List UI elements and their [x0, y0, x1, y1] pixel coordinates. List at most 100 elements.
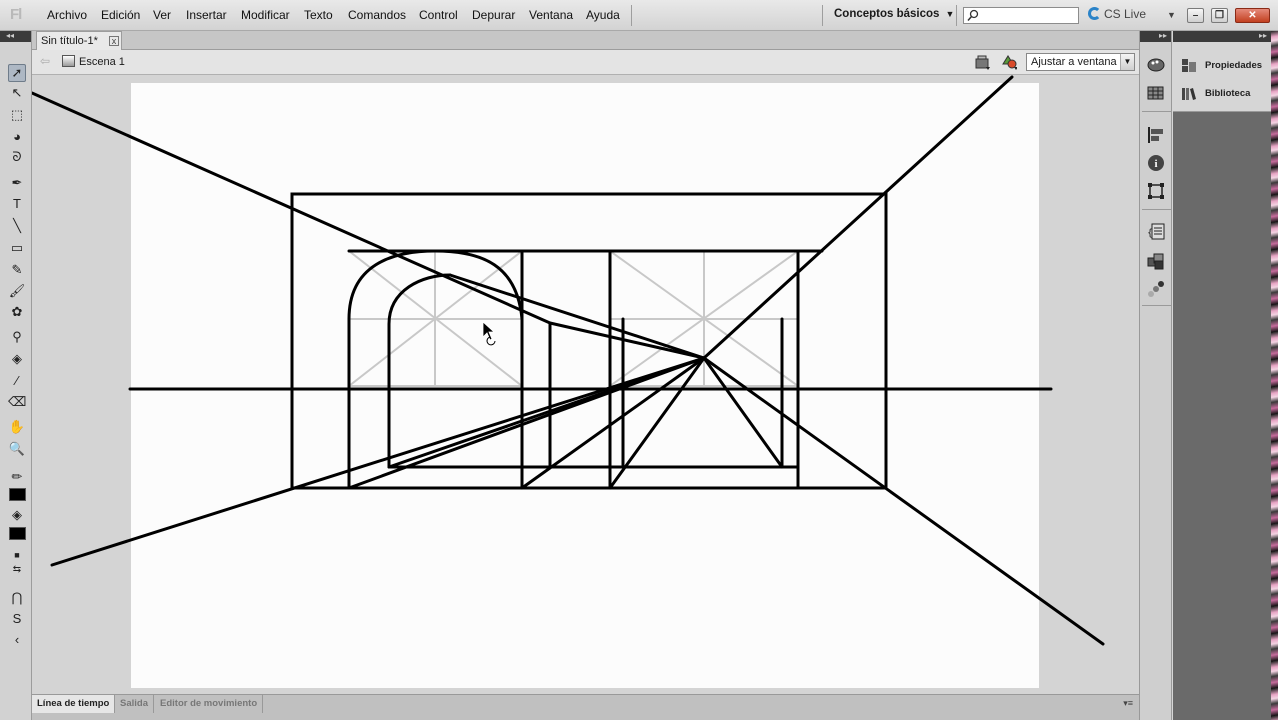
- document-tab[interactable]: Sin título-1* x: [36, 31, 122, 50]
- edit-symbols-icon[interactable]: [1001, 54, 1017, 70]
- svg-text:{: {: [1147, 228, 1153, 239]
- panel-menu-icon[interactable]: ▾≡: [1123, 698, 1133, 709]
- hand-tool-icon[interactable]: ✋: [8, 418, 26, 436]
- transform-icon[interactable]: [1147, 182, 1165, 200]
- panel-icon-dock: ▸▸ i {: [1139, 31, 1172, 720]
- close-window-button[interactable]: ✕: [1235, 8, 1270, 23]
- panel-list: Propiedades Biblioteca: [1173, 42, 1271, 112]
- menu-edicion[interactable]: Edición: [101, 8, 140, 22]
- menu-ver[interactable]: Ver: [153, 8, 171, 22]
- swap-colors-icon[interactable]: ⇆: [8, 561, 26, 579]
- stroke-color-icon[interactable]: ✏: [8, 468, 26, 486]
- vanishing-line: [702, 75, 1014, 360]
- text-tool-icon[interactable]: T: [8, 195, 26, 213]
- menu-ventana[interactable]: Ventana: [529, 8, 573, 22]
- eraser-tool-icon[interactable]: ⌫: [8, 393, 26, 411]
- straighten-icon[interactable]: ‹: [8, 631, 26, 649]
- menu-bar: Fl Archivo Edición Ver Insertar Modifica…: [0, 0, 1278, 31]
- 3d-rotation-tool-icon[interactable]: ◕: [8, 128, 26, 146]
- search-input[interactable]: [963, 7, 1079, 24]
- code-snippets-icon[interactable]: {: [1147, 223, 1165, 241]
- fill-color-swatch[interactable]: [9, 527, 26, 540]
- perspective-drawing[interactable]: [32, 75, 1139, 694]
- construction-guides: [348, 250, 799, 387]
- stroke-color-swatch[interactable]: [9, 488, 26, 501]
- workspace-switcher[interactable]: Conceptos básicos ▼: [834, 8, 954, 20]
- zoom-select-value: Ajustar a ventana: [1031, 56, 1117, 68]
- edit-scene-icon[interactable]: [975, 54, 991, 70]
- svg-text:i: i: [1154, 158, 1157, 170]
- rectangle-tool-icon[interactable]: ▭: [8, 239, 26, 257]
- menu-insertar[interactable]: Insertar: [186, 8, 227, 22]
- separator: [1142, 305, 1171, 306]
- dock-collapse-button[interactable]: ▸▸: [1140, 31, 1171, 42]
- line-tool-icon[interactable]: ╲: [8, 217, 26, 235]
- zoom-tool-icon[interactable]: 🔍: [8, 440, 26, 458]
- color-palette-icon[interactable]: [1147, 56, 1165, 74]
- tab-linea-de-tiempo[interactable]: Línea de tiempo: [32, 695, 116, 713]
- restore-button[interactable]: ❐: [1211, 8, 1228, 23]
- edit-bar: ⇦ Escena 1 Ajustar a ventana ▼: [32, 50, 1139, 75]
- back-arrow-icon[interactable]: ⇦: [40, 54, 50, 68]
- subselection-tool-icon[interactable]: ↖: [8, 84, 26, 102]
- biblioteca-label: Biblioteca: [1205, 88, 1251, 100]
- menu-comandos[interactable]: Comandos: [348, 8, 406, 22]
- panel-collapse-button[interactable]: ◂◂: [0, 31, 31, 42]
- eyedropper-tool-icon[interactable]: ⁄: [8, 372, 26, 390]
- align-icon[interactable]: [1147, 126, 1165, 144]
- swatches-icon[interactable]: [1147, 84, 1165, 102]
- menu-control[interactable]: Control: [419, 8, 458, 22]
- minimize-button[interactable]: –: [1187, 8, 1204, 23]
- tab-salida[interactable]: Salida: [115, 695, 154, 713]
- paint-bucket-tool-icon[interactable]: ◈: [8, 350, 26, 368]
- chevron-down-icon: ▼: [1120, 54, 1134, 70]
- cs-live-button[interactable]: CS Live: [1088, 7, 1146, 21]
- cs-live-icon: [1088, 7, 1101, 20]
- brush-tool-icon[interactable]: 🖌: [8, 282, 26, 300]
- vanishing-line: [387, 356, 706, 469]
- vanishing-line: [702, 356, 784, 469]
- ink-strokes: [32, 75, 1105, 646]
- snap-magnet-icon[interactable]: ⋂: [8, 589, 26, 607]
- components-icon[interactable]: [1147, 252, 1165, 270]
- free-transform-tool-icon[interactable]: ⬚: [8, 106, 26, 124]
- info-icon[interactable]: i: [1147, 154, 1165, 172]
- minimize-icon: –: [1192, 10, 1199, 21]
- selection-tool-icon[interactable]: ➚: [8, 64, 26, 82]
- bottom-panel-tabs: Línea de tiempo Salida Editor de movimie…: [32, 694, 1139, 720]
- right-panel: ▸▸ Propiedades Biblioteca: [1173, 31, 1271, 720]
- zoom-select[interactable]: Ajustar a ventana ▼: [1026, 53, 1135, 71]
- fill-color-icon[interactable]: ◈: [8, 506, 26, 524]
- biblioteca-panel-button[interactable]: Biblioteca: [1181, 86, 1250, 104]
- close-tab-button[interactable]: x: [109, 36, 119, 46]
- close-icon: ✕: [1248, 10, 1257, 21]
- pen-tool-icon[interactable]: ✒: [8, 174, 26, 192]
- arch-inner: [387, 273, 452, 469]
- separator: [956, 5, 957, 26]
- motion-presets-icon[interactable]: [1147, 280, 1165, 298]
- menu-depurar[interactable]: Depurar: [472, 8, 515, 22]
- separator: [1142, 111, 1171, 112]
- separator: [631, 5, 632, 26]
- bone-tool-icon[interactable]: ⚲: [8, 328, 26, 346]
- stage-area[interactable]: [32, 75, 1139, 694]
- workspace-label: Conceptos básicos: [834, 8, 940, 20]
- tab-editor-de-movimiento[interactable]: Editor de movimiento: [155, 695, 264, 713]
- document-tab-label: Sin título-1*: [41, 35, 98, 47]
- properties-icon: [1182, 59, 1196, 72]
- scene-label[interactable]: Escena 1: [79, 56, 125, 68]
- chevron-down-icon: ▼: [945, 9, 955, 19]
- menu-archivo[interactable]: Archivo: [47, 8, 87, 22]
- menu-modificar[interactable]: Modificar: [241, 8, 290, 22]
- chevron-down-icon[interactable]: ▼: [1167, 10, 1176, 20]
- lasso-tool-icon[interactable]: ᘐ: [8, 148, 26, 166]
- tools-panel: ◂◂ ➚ ↖ ⬚ ◕ ᘐ ✒ T ╲ ▭ ✎ 🖌 ✿ ⚲ ◈ ⁄ ⌫ ✋ 🔍 ✏…: [0, 31, 32, 720]
- library-icon: [1182, 88, 1196, 100]
- pencil-tool-icon[interactable]: ✎: [8, 261, 26, 279]
- menu-texto[interactable]: Texto: [304, 8, 333, 22]
- smooth-icon[interactable]: S: [8, 610, 26, 628]
- panel-collapse-button[interactable]: ▸▸: [1173, 31, 1271, 42]
- propiedades-panel-button[interactable]: Propiedades: [1181, 58, 1262, 76]
- deco-tool-icon[interactable]: ✿: [8, 303, 26, 321]
- menu-ayuda[interactable]: Ayuda: [586, 8, 620, 22]
